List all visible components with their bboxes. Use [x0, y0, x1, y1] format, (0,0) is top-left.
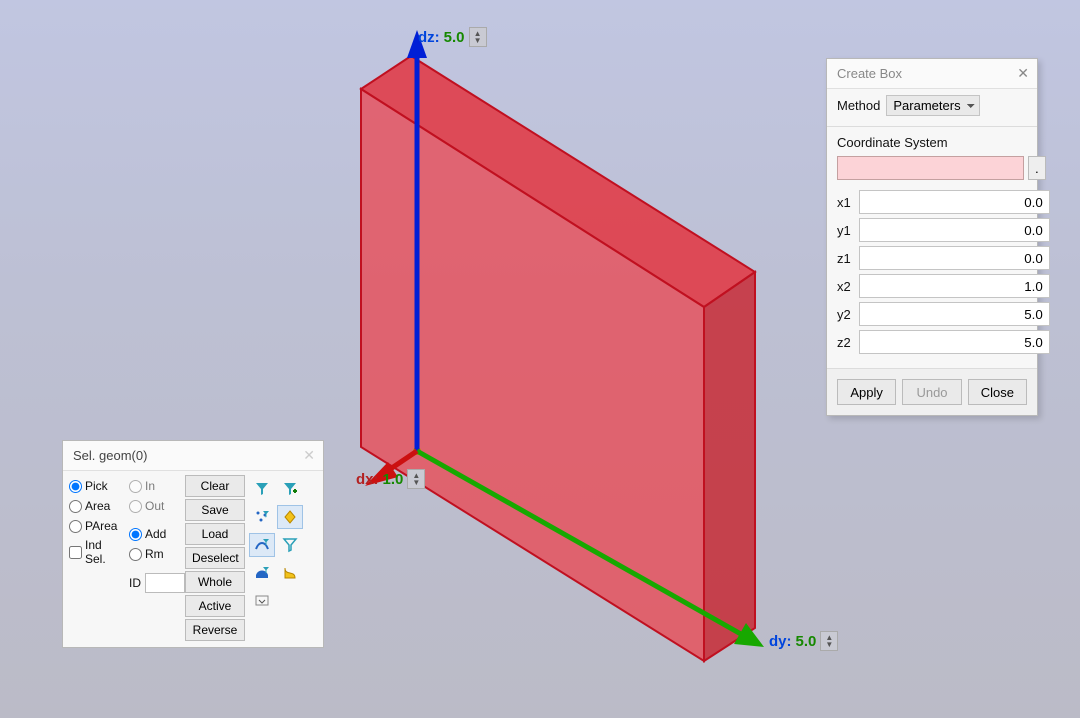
- active-button[interactable]: Active: [185, 595, 245, 617]
- y2-label: y2: [837, 307, 851, 322]
- save-button[interactable]: Save: [185, 499, 245, 521]
- z1-label: z1: [837, 251, 851, 266]
- viewport-3d[interactable]: dz: 5.0 ▲▼ dy: 5.0 ▲▼ dx: 1.0 ▲▼ Create …: [0, 0, 1080, 718]
- z2-label: z2: [837, 335, 851, 350]
- z1-input[interactable]: [859, 246, 1050, 270]
- axis-dx-value: 1.0: [383, 471, 404, 488]
- x2-input[interactable]: [859, 274, 1050, 298]
- deselect-button[interactable]: Deselect: [185, 547, 245, 569]
- create-box-panel: Create Box ✕ Method Parameters Coordinat…: [826, 58, 1038, 416]
- dropdown-icon[interactable]: [249, 589, 275, 613]
- filter-curve-icon[interactable]: [249, 533, 275, 557]
- close-icon[interactable]: ✕: [303, 447, 315, 464]
- apply-button[interactable]: Apply: [837, 379, 896, 405]
- z2-input[interactable]: [859, 330, 1050, 354]
- reverse-button[interactable]: Reverse: [185, 619, 245, 641]
- method-label: Method: [837, 98, 880, 113]
- clear-button[interactable]: Clear: [185, 475, 245, 497]
- parea-radio[interactable]: [69, 520, 82, 533]
- axis-label-dz: dz: 5.0 ▲▼: [418, 27, 487, 47]
- coord-sys-pick-button[interactable]: .: [1028, 156, 1046, 180]
- add-radio[interactable]: [129, 528, 142, 541]
- selection-panel: Sel. geom(0) ✕ Pick Area PArea Ind Sel. …: [62, 440, 324, 648]
- axis-label-dy: dy: 5.0 ▲▼: [769, 631, 838, 651]
- filter-icon[interactable]: [277, 533, 303, 557]
- y2-input[interactable]: [859, 302, 1050, 326]
- axis-label-dx: dx: 1.0 ▲▼: [356, 469, 425, 489]
- axis-dy-spinner[interactable]: ▲▼: [820, 631, 838, 651]
- close-icon[interactable]: ✕: [1017, 65, 1029, 82]
- filter-diamond-icon[interactable]: [277, 505, 303, 529]
- axis-dz-name: dz: [418, 29, 435, 46]
- filter-add-icon[interactable]: [277, 477, 303, 501]
- coord-sys-label: Coordinate System: [837, 135, 1027, 150]
- x2-label: x2: [837, 279, 851, 294]
- axis-dz-spinner[interactable]: ▲▼: [469, 27, 487, 47]
- in-radio[interactable]: [129, 480, 142, 493]
- selection-titlebar[interactable]: Sel. geom(0) ✕: [63, 441, 323, 471]
- filter-surface-icon[interactable]: [249, 561, 275, 585]
- pick-radio[interactable]: [69, 480, 82, 493]
- area-radio[interactable]: [69, 500, 82, 513]
- axis-dx-name: dx: [356, 471, 374, 488]
- filter-point-icon[interactable]: [249, 477, 275, 501]
- close-button[interactable]: Close: [968, 379, 1027, 405]
- out-radio[interactable]: [129, 500, 142, 513]
- axis-dy-value: 5.0: [796, 633, 817, 650]
- rm-radio[interactable]: [129, 548, 142, 561]
- axis-dz-value: 5.0: [444, 29, 465, 46]
- axis-dy-name: dy: [769, 633, 787, 650]
- load-button[interactable]: Load: [185, 523, 245, 545]
- whole-button[interactable]: Whole: [185, 571, 245, 593]
- ind-sel-check[interactable]: [69, 546, 82, 559]
- create-box-titlebar[interactable]: Create Box ✕: [827, 59, 1037, 89]
- selection-title: Sel. geom(0): [73, 448, 147, 463]
- axis-dx-spinner[interactable]: ▲▼: [407, 469, 425, 489]
- id-input[interactable]: [145, 573, 185, 593]
- x1-input[interactable]: [859, 190, 1050, 214]
- filter-shape-icon[interactable]: [277, 561, 303, 585]
- y1-input[interactable]: [859, 218, 1050, 242]
- create-box-title: Create Box: [837, 66, 902, 81]
- y1-label: y1: [837, 223, 851, 238]
- x1-label: x1: [837, 195, 851, 210]
- undo-button[interactable]: Undo: [902, 379, 961, 405]
- coord-sys-input[interactable]: [837, 156, 1024, 180]
- filter-scatter-icon[interactable]: [249, 505, 275, 529]
- method-select[interactable]: Parameters: [886, 95, 980, 116]
